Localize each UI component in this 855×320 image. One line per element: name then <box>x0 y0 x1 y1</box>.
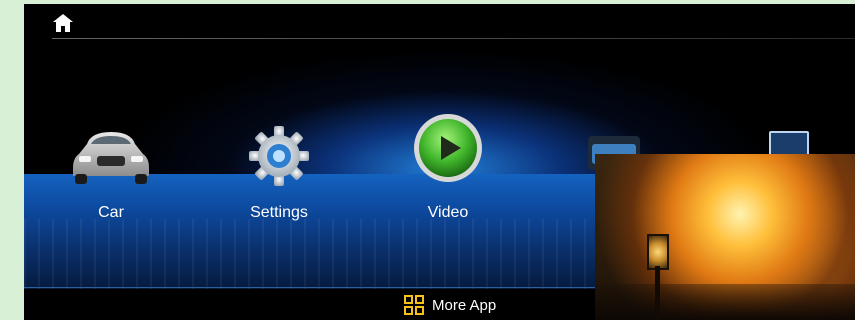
app-settings[interactable]: Settings <box>219 124 339 234</box>
pip-ground <box>595 284 855 320</box>
more-app-button[interactable]: More App <box>404 292 496 318</box>
app-video-label: Video <box>427 204 469 221</box>
home-icon <box>53 14 73 32</box>
app-video[interactable]: Video <box>388 114 508 234</box>
grid-icon <box>404 295 424 315</box>
app-car[interactable]: Car <box>51 124 171 234</box>
video-preview[interactable] <box>595 154 855 320</box>
app-settings-label: Settings <box>250 204 308 221</box>
pip-lamp-post <box>655 266 660 320</box>
play-icon <box>414 114 482 182</box>
gear-icon <box>249 126 309 186</box>
topbar-divider <box>52 38 855 39</box>
pip-lamp <box>647 234 669 270</box>
app-car-label: Car <box>98 204 124 221</box>
home-button[interactable] <box>52 12 74 34</box>
car-icon <box>73 132 149 184</box>
more-app-label: More App <box>432 296 497 314</box>
